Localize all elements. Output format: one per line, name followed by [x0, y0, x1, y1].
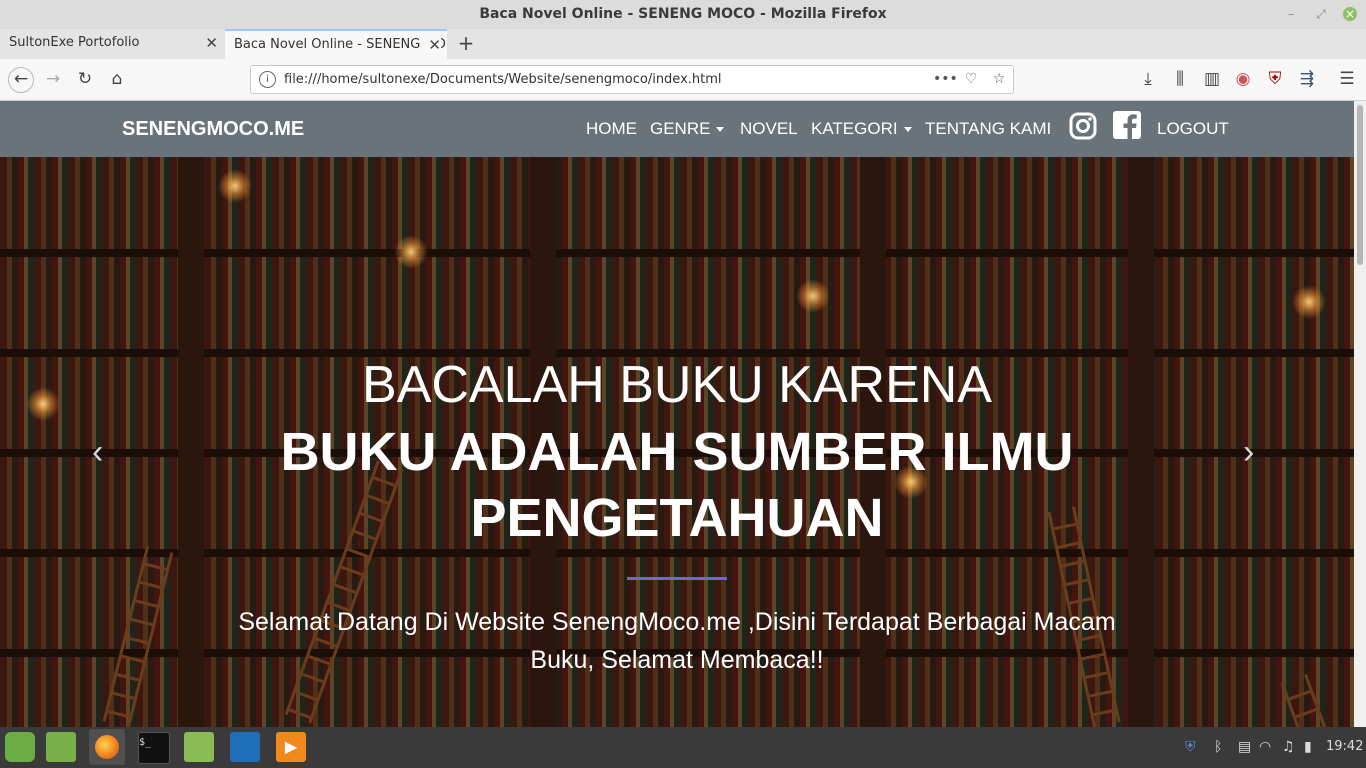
window-title: Baca Novel Online - SENENG MOCO - Mozill… [479, 6, 887, 22]
media-player-icon[interactable]: ▶ [276, 732, 306, 762]
files-icon[interactable] [46, 732, 76, 762]
battery-icon[interactable]: ▮ [1304, 737, 1312, 757]
hero-heading-line3: PENGETAHUAN [470, 488, 884, 548]
candle-light [218, 169, 252, 203]
wifi-icon[interactable]: ◠ [1259, 737, 1271, 757]
address-bar[interactable]: i file:///home/sultonexe/Documents/Websi… [250, 65, 1014, 94]
forward-button[interactable]: → [42, 68, 64, 90]
close-window-icon[interactable]: × [1343, 7, 1357, 21]
back-button[interactable]: ← [8, 67, 34, 93]
tab-label: SultonExe Portofolio [9, 35, 140, 50]
hero-heading-line2: BUKU ADALAH SUMBER ILMU [280, 422, 1074, 482]
firefox-taskbar-item[interactable] [89, 729, 125, 765]
nav-novel[interactable]: NOVEL [740, 101, 798, 157]
hero-divider [627, 577, 727, 580]
nav-logout[interactable]: LOGOUT [1157, 101, 1229, 157]
terminal-icon[interactable]: $_ [138, 732, 170, 764]
chevron-down-icon [716, 127, 725, 133]
site-navbar: SENENGMOCO.ME HOME GENRE NOVEL KATEGORI … [0, 101, 1354, 157]
library-icon[interactable]: ⫼ [1169, 68, 1191, 90]
desktop-taskbar: $_ ▶ ⛨ ᛒ ▤ ◠ ♫ ▮ 19:42 [0, 727, 1366, 768]
volume-icon[interactable]: ♫ [1282, 737, 1295, 757]
downloads-icon[interactable]: ⤓ [1137, 68, 1159, 90]
web-page: SENENGMOCO.ME HOME GENRE NOVEL KATEGORI … [0, 101, 1354, 727]
site-brand[interactable]: SENENGMOCO.ME [122, 101, 304, 157]
hero-welcome-line1: Selamat Datang Di Website SenengMoco.me … [238, 608, 1116, 636]
nav-genre[interactable]: GENRE [650, 101, 725, 157]
browser-toolbar: ← → ↻ ⌂ i file:///home/sultonexe/Documen… [0, 59, 1366, 101]
tab-sultonexe[interactable]: SultonExe Portofolio ✕ [0, 29, 224, 59]
reload-button[interactable]: ↻ [74, 68, 96, 90]
shield-icon[interactable]: ⛨ [1185, 737, 1196, 757]
home-button[interactable]: ⌂ [106, 68, 128, 90]
firefox-icon [95, 735, 119, 759]
url-text[interactable]: file:///home/sultonexe/Documents/Website… [284, 66, 722, 93]
bookmark-star-icon[interactable]: ☆ [989, 69, 1009, 89]
info-icon[interactable]: i [259, 71, 276, 88]
new-tab-button[interactable]: + [456, 29, 476, 59]
carousel-next-icon[interactable]: › [1243, 432, 1254, 472]
close-tab-icon[interactable]: ✕ [425, 31, 441, 59]
hero-welcome-line2: Buku, Selamat Membaca!! [530, 646, 824, 674]
maximize-icon[interactable]: ⤢ [1314, 7, 1328, 21]
clipboard-icon[interactable]: ▤ [1238, 737, 1251, 757]
extension-arrow-icon[interactable]: ⇶ [1296, 68, 1318, 90]
nav-kategori-label: KATEGORI [811, 119, 898, 138]
pocket-icon[interactable]: ♡ [961, 69, 981, 89]
facebook-icon[interactable] [1113, 111, 1141, 139]
menu-icon[interactable]: ☰ [1336, 68, 1358, 90]
tab-bar: SultonExe Portofolio ✕ Baca Novel Online… [0, 29, 1366, 59]
scrollbar-thumb[interactable] [1357, 105, 1363, 265]
page-actions-icon[interactable]: ••• [933, 69, 958, 89]
ladder [1280, 674, 1328, 727]
candle-light [394, 235, 428, 269]
candle-light [1292, 285, 1326, 319]
ublock-icon[interactable]: ⛨ [1264, 68, 1286, 90]
instagram-icon[interactable] [1069, 112, 1097, 140]
minimize-icon[interactable]: – [1284, 7, 1298, 21]
mint-menu-icon[interactable] [5, 732, 35, 762]
folder-icon[interactable] [184, 732, 214, 762]
clock[interactable]: 19:42 [1326, 737, 1363, 757]
vscode-icon[interactable] [230, 732, 260, 762]
nav-genre-label: GENRE [650, 119, 711, 138]
tab-senengmoco[interactable]: Baca Novel Online - SENENG MO ✕ [225, 29, 447, 59]
hero-carousel: BACALAH BUKU KARENA BUKU ADALAH SUMBER I… [0, 157, 1354, 727]
window-titlebar: Baca Novel Online - SENENG MOCO - Mozill… [0, 0, 1366, 29]
chevron-down-icon [903, 127, 912, 133]
carousel-prev-icon[interactable]: ‹ [92, 432, 103, 472]
nav-home[interactable]: HOME [586, 101, 637, 157]
tab-label: Baca Novel Online - SENENG MO [234, 37, 446, 52]
extension-icon[interactable]: ◉ [1232, 68, 1254, 90]
sidebar-icon[interactable]: ▥ [1201, 68, 1223, 90]
close-tab-icon[interactable]: ✕ [205, 29, 218, 57]
nav-kategori[interactable]: KATEGORI [811, 101, 912, 157]
nav-tentang-kami[interactable]: TENTANG KAMI [925, 101, 1051, 157]
candle-light [796, 279, 830, 313]
bluetooth-icon[interactable]: ᛒ [1214, 737, 1222, 757]
hero-heading-line1: BACALAH BUKU KARENA [362, 356, 992, 414]
